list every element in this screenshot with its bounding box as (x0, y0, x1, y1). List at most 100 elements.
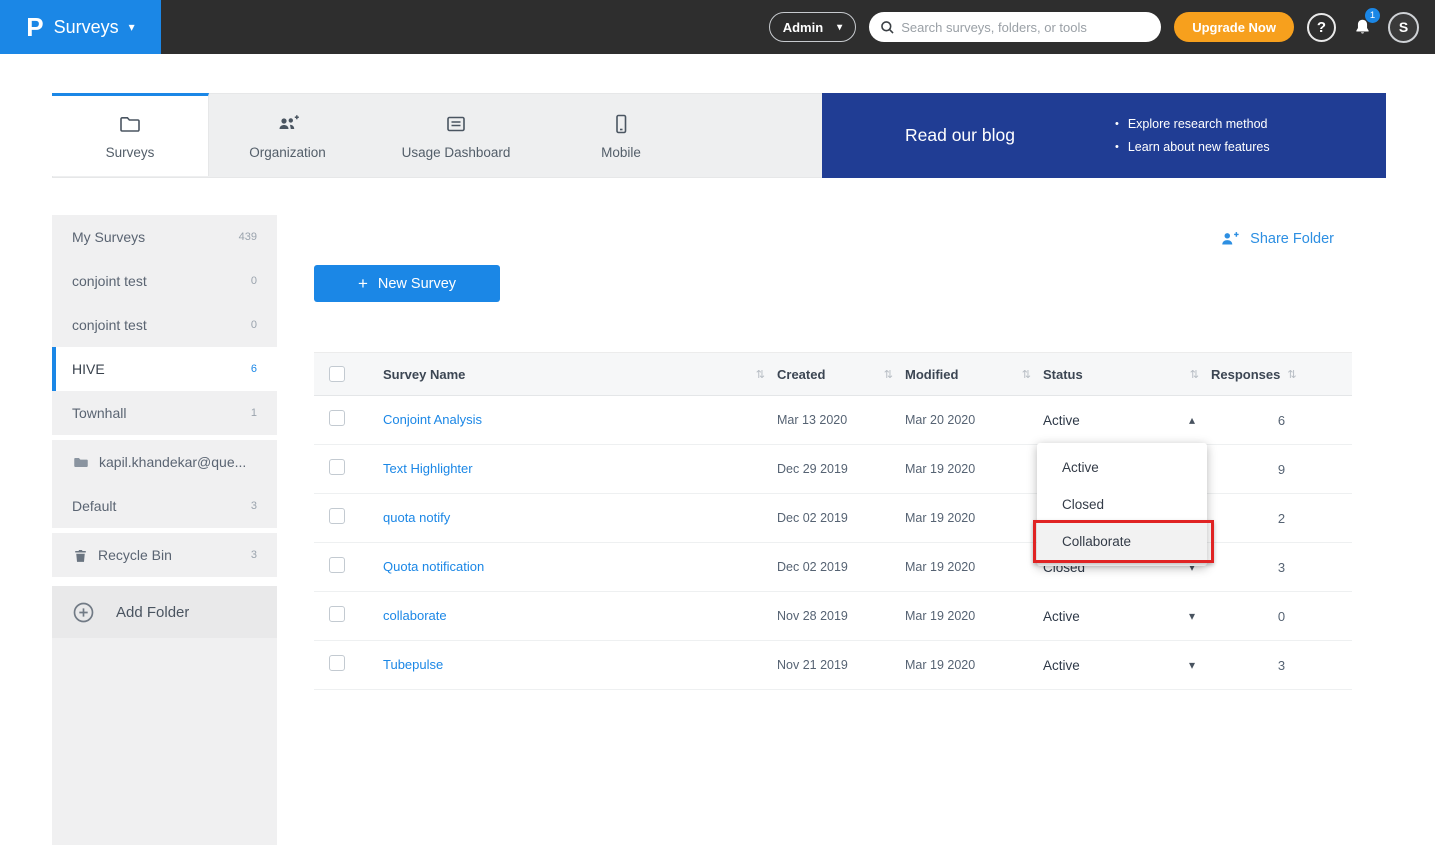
tab-organization[interactable]: Organization (209, 94, 366, 177)
blog-bullet: • Explore research method (1115, 117, 1270, 131)
checkbox-cell (314, 655, 364, 676)
sidebar-item-shared-folder[interactable]: kapil.khandekar@que... (52, 440, 277, 484)
bullet-text: Explore research method (1128, 117, 1268, 131)
tab-strip: Surveys Organization Usage Dashboard Mob… (52, 93, 822, 178)
survey-name-link[interactable]: collaborate (364, 608, 447, 623)
status-value: Active (1043, 609, 1080, 624)
sidebar-item-townhall[interactable]: Townhall 1 (52, 391, 277, 435)
folder-count: 3 (251, 500, 257, 512)
blog-banner[interactable]: Read our blog • Explore research method … (822, 93, 1386, 178)
bullet-text: Learn about new features (1128, 140, 1270, 154)
folders-sidebar: My Surveys 439 conjoint test 0 conjoint … (52, 215, 277, 845)
status-dropdown[interactable]: Active ▾ (1043, 641, 1211, 689)
blog-bullets: • Explore research method • Learn about … (1115, 117, 1270, 154)
avatar-initial: S (1399, 19, 1408, 35)
modified-cell: Mar 19 2020 (905, 658, 1043, 672)
checkbox-cell (314, 410, 364, 431)
survey-name-link[interactable]: Text Highlighter (364, 461, 473, 476)
chevron-down-icon: ▾ (837, 22, 842, 33)
admin-label: Admin (783, 20, 823, 35)
table-row: collaborate Nov 28 2019 Mar 19 2020 Acti… (314, 592, 1352, 641)
sort-icon[interactable]: ⇅ (1022, 368, 1031, 381)
created-cell: Nov 21 2019 (777, 658, 905, 672)
checkbox-cell (314, 606, 364, 627)
status-option-closed[interactable]: Closed (1037, 486, 1207, 523)
topbar: P Surveys ▾ Admin ▾ Upgrade Now ? 1 S (0, 0, 1435, 54)
tab-label: Organization (249, 145, 326, 160)
row-checkbox[interactable] (329, 557, 345, 573)
header-status[interactable]: Status ⇅ (1043, 353, 1211, 395)
row-checkbox[interactable] (329, 606, 345, 622)
survey-name-link[interactable]: quota notify (364, 510, 450, 525)
row-checkbox[interactable] (329, 459, 345, 475)
sidebar-item-my-surveys[interactable]: My Surveys 439 (52, 215, 277, 259)
question-icon: ? (1317, 19, 1326, 36)
survey-name-cell: Text Highlighter (364, 460, 777, 478)
new-survey-button[interactable]: + New Survey (314, 265, 500, 302)
header-survey-name[interactable]: Survey Name ⇅ (364, 353, 777, 395)
header-modified[interactable]: Modified ⇅ (905, 353, 1043, 395)
sort-icon[interactable]: ⇅ (1287, 368, 1296, 381)
sidebar-item-hive[interactable]: HIVE 6 (52, 347, 277, 391)
upgrade-now-button[interactable]: Upgrade Now (1174, 12, 1294, 42)
folder-count: 1 (251, 407, 257, 419)
bullet-icon: • (1115, 141, 1119, 153)
status-option-active[interactable]: Active (1037, 449, 1207, 486)
section-tabs: Surveys Organization Usage Dashboard Mob… (52, 93, 1386, 178)
status-dropdown[interactable]: Active ▴ (1043, 396, 1211, 444)
status-dropdown[interactable]: Active ▾ (1043, 592, 1211, 640)
share-folder-button[interactable]: Share Folder (1219, 229, 1334, 249)
responses-cell: 9 (1211, 462, 1352, 477)
sidebar-item-conjoint-test-1[interactable]: conjoint test 0 (52, 259, 277, 303)
header-created[interactable]: Created ⇅ (777, 353, 905, 395)
search-icon (878, 18, 897, 37)
sort-icon[interactable]: ⇅ (884, 368, 893, 381)
row-checkbox[interactable] (329, 655, 345, 671)
survey-name-link[interactable]: Tubepulse (364, 657, 443, 672)
header-label: Modified (905, 367, 958, 382)
modified-cell: Mar 20 2020 (905, 413, 1043, 427)
folder-group-main: My Surveys 439 conjoint test 0 conjoint … (52, 215, 277, 435)
header-checkbox-cell (314, 353, 364, 395)
tab-label: Surveys (106, 145, 155, 160)
tab-surveys[interactable]: Surveys (52, 93, 209, 176)
survey-name-link[interactable]: Quota notification (364, 559, 484, 574)
help-button[interactable]: ? (1307, 13, 1336, 42)
search-input[interactable] (869, 12, 1161, 42)
folder-label: kapil.khandekar@que... (99, 454, 257, 470)
row-checkbox[interactable] (329, 508, 345, 524)
row-checkbox[interactable] (329, 410, 345, 426)
user-avatar[interactable]: S (1388, 12, 1419, 43)
surveys-page: P Surveys ▾ Admin ▾ Upgrade Now ? 1 S (0, 0, 1435, 845)
header-responses[interactable]: Responses ⇅ (1211, 353, 1352, 395)
tab-label: Mobile (601, 145, 641, 160)
chevron-up-icon: ▴ (1189, 413, 1195, 427)
sidebar-item-default[interactable]: Default 3 (52, 484, 277, 528)
notifications-button[interactable]: 1 (1349, 14, 1375, 40)
responses-cell: 2 (1211, 511, 1352, 526)
tab-mobile[interactable]: Mobile (546, 94, 696, 177)
select-all-checkbox[interactable] (329, 366, 345, 382)
created-cell: Dec 02 2019 (777, 511, 905, 525)
product-name: Surveys (54, 17, 119, 38)
notification-badge: 1 (1365, 8, 1380, 23)
header-label: Created (777, 367, 825, 382)
admin-menu[interactable]: Admin ▾ (769, 12, 856, 42)
product-switcher[interactable]: P Surveys ▾ (0, 0, 161, 54)
bullet-icon: • (1115, 118, 1119, 130)
survey-name-link[interactable]: Conjoint Analysis (364, 412, 482, 427)
add-folder-button[interactable]: Add Folder (52, 586, 277, 638)
tab-usage-dashboard[interactable]: Usage Dashboard (366, 94, 546, 177)
status-option-collaborate[interactable]: Collaborate (1037, 523, 1207, 560)
chevron-down-icon: ▾ (1189, 658, 1195, 672)
add-folder-label: Add Folder (116, 604, 189, 621)
modified-cell: Mar 19 2020 (905, 560, 1043, 574)
sidebar-item-conjoint-test-2[interactable]: conjoint test 0 (52, 303, 277, 347)
sidebar-item-recycle-bin[interactable]: Recycle Bin 3 (52, 533, 277, 577)
sort-icon[interactable]: ⇅ (1190, 368, 1199, 381)
people-icon (275, 112, 301, 136)
sort-icon[interactable]: ⇅ (756, 368, 765, 381)
status-value: Active (1043, 658, 1080, 673)
blog-title[interactable]: Read our blog (905, 125, 1015, 146)
survey-name-cell: Tubepulse (364, 656, 777, 674)
